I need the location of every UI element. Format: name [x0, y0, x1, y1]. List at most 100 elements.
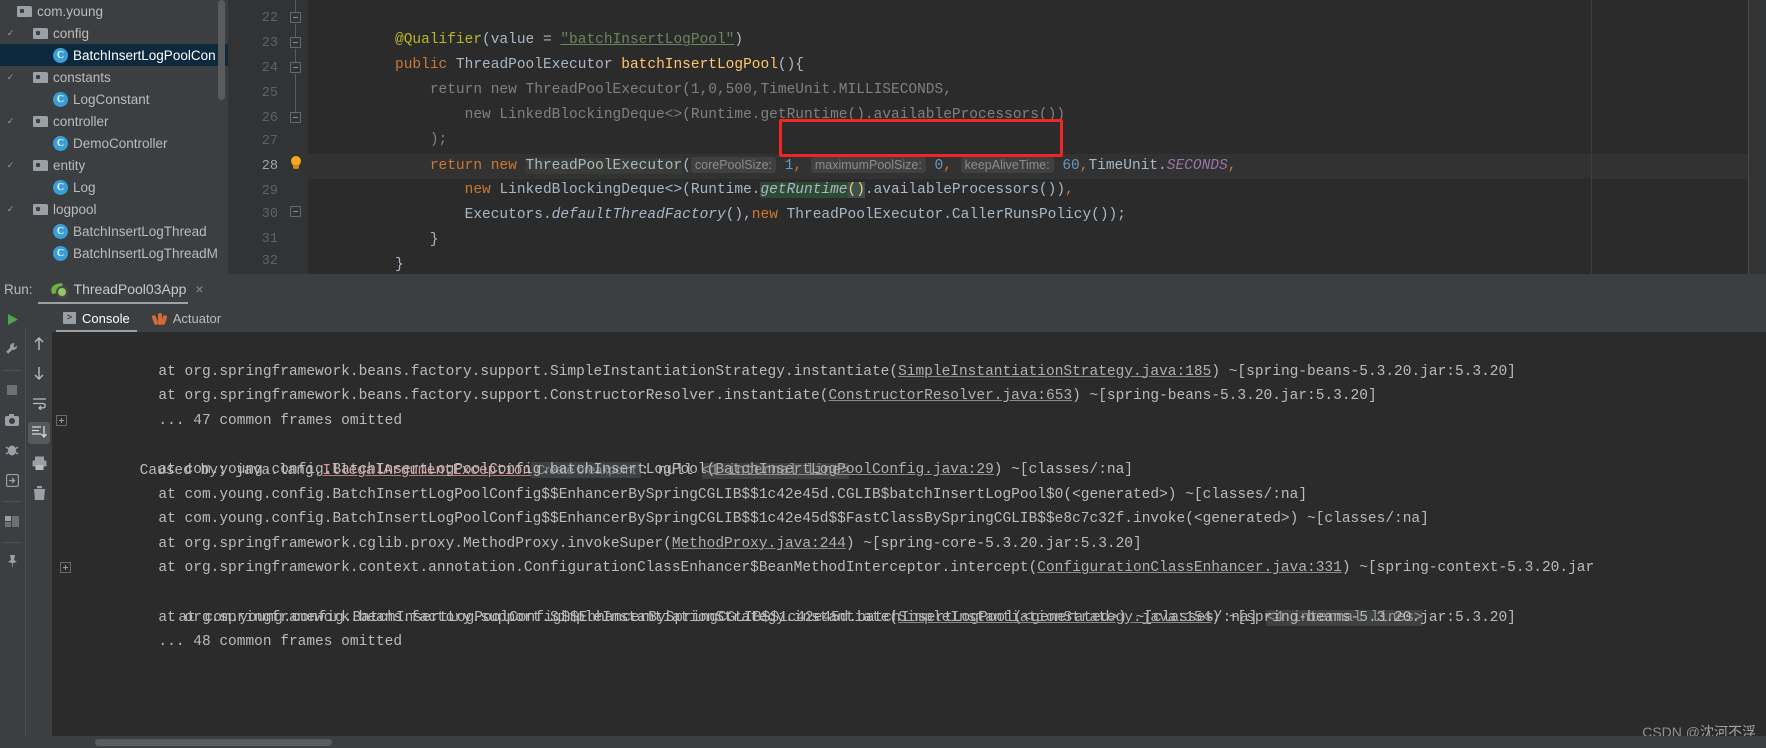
- pin-button[interactable]: [1, 551, 23, 573]
- tree-item-label: BatchInsertLogThread: [73, 223, 207, 239]
- tree-item-label: BatchInsertLogPoolCon: [73, 47, 216, 63]
- settings-button[interactable]: [1, 338, 23, 360]
- tree-item-democontroller[interactable]: C DemoController: [0, 132, 228, 154]
- editor-right-gutter[interactable]: [1748, 0, 1766, 274]
- run-left-toolbar[interactable]: [0, 304, 24, 748]
- tab-actuator[interactable]: Actuator: [141, 304, 232, 332]
- fold-marker-icon[interactable]: [290, 62, 301, 73]
- tree-item-label: entity: [53, 157, 86, 173]
- editor-gutter: 22 23 24 25 26 27 28 29 30 31 32: [228, 0, 286, 274]
- tree-item-label: com.young: [37, 3, 104, 19]
- chevron-down-icon[interactable]: ✓: [4, 72, 17, 82]
- stacktrace-link[interactable]: ConstructorResolver.java:653: [828, 388, 1072, 404]
- line-number: 26: [261, 111, 278, 126]
- console-toolbar[interactable]: [25, 328, 52, 748]
- run-tab-threadpool03app[interactable]: ThreadPool03App ×: [49, 275, 210, 303]
- tree-item-label: Log: [73, 179, 96, 195]
- fold-marker-icon[interactable]: [290, 206, 301, 217]
- spring-boot-icon: [51, 282, 68, 298]
- tree-item-batchinsertlogthreadmanager[interactable]: C BatchInsertLogThreadM: [0, 242, 228, 264]
- tree-item-batchinsertlogthread[interactable]: C BatchInsertLogThread: [0, 220, 228, 242]
- run-label: Run:: [4, 281, 33, 297]
- tree-item-label: DemoController: [73, 135, 168, 151]
- code-content[interactable]: @Qualifier(value = "batchInsertLogPool")…: [308, 0, 1766, 274]
- tree-item-label: LogConstant: [73, 91, 150, 107]
- fold-marker-icon[interactable]: [290, 12, 301, 23]
- down-button[interactable]: [28, 362, 50, 384]
- rerun-button[interactable]: [1, 308, 23, 330]
- java-class-icon: C: [53, 47, 68, 63]
- tree-item-logconstant[interactable]: C LogConstant: [0, 88, 228, 110]
- java-class-icon: C: [53, 179, 68, 195]
- code-line-23: public ThreadPoolExecutor batchInsertLog…: [395, 57, 805, 73]
- tree-item-constants[interactable]: ✓ constants: [0, 66, 228, 88]
- run-tool-window: Run: ThreadPool03App × > Console Actuato…: [0, 274, 1766, 748]
- code-line-31: }: [395, 257, 404, 273]
- folder-icon: [33, 27, 48, 39]
- console-output[interactable]: at org.springframework.beans.factory.sup…: [52, 332, 1766, 748]
- console-line: at org.springframework.beans.factory.sup…: [54, 335, 1515, 380]
- tree-item-log[interactable]: C Log: [0, 176, 228, 198]
- scroll-to-end-button[interactable]: [28, 422, 50, 444]
- tree-item-label: constants: [53, 69, 111, 85]
- console-text: ) ~[spring-beans-5.3.20.jar:5.3.20]: [1211, 609, 1516, 626]
- tree-item-controller[interactable]: ✓ controller: [0, 110, 228, 132]
- console-line: at org.springframework.beans.factory.sup…: [54, 581, 1515, 626]
- line-number: 32: [261, 254, 278, 269]
- editor-fold-column[interactable]: [286, 0, 308, 274]
- chevron-down-icon[interactable]: ✓: [4, 28, 17, 38]
- chevron-down-icon[interactable]: ✓: [4, 160, 17, 170]
- clear-all-button[interactable]: [28, 482, 50, 504]
- tree-item-com-young[interactable]: com.young: [0, 0, 228, 22]
- code-line-27: return new ThreadPoolExecutor(corePoolSi…: [395, 157, 1237, 174]
- code-line-30: }: [395, 232, 439, 248]
- project-tree-panel[interactable]: com.young ✓ config C BatchInsertLogPoolC…: [0, 0, 228, 274]
- tree-item-logpool[interactable]: ✓ logpool: [0, 198, 228, 220]
- tree-item-batchinsertlogpoolconfig[interactable]: C BatchInsertLogPoolCon: [0, 44, 228, 66]
- bottom-strip: [0, 736, 1766, 748]
- layout-button[interactable]: [1, 510, 23, 532]
- line-number: 29: [261, 184, 278, 199]
- run-tab-label: ThreadPool03App: [73, 281, 187, 297]
- camera-button[interactable]: [1, 409, 23, 431]
- intention-bulb-icon[interactable]: [288, 156, 304, 172]
- close-icon[interactable]: ×: [195, 281, 203, 297]
- console-tab-strip[interactable]: > Console Actuator: [52, 304, 1766, 332]
- fold-marker-icon[interactable]: [290, 37, 301, 48]
- project-tree-scrollbar[interactable]: [218, 0, 225, 100]
- console-line: at com.young.config.BatchInsertLogPoolCo…: [54, 458, 1307, 503]
- print-button[interactable]: [28, 452, 50, 474]
- code-line-28: new LinkedBlockingDeque<>(Runtime.getRun…: [395, 182, 1074, 198]
- chevron-down-icon[interactable]: ✓: [4, 204, 17, 214]
- tree-item-label: controller: [53, 113, 109, 129]
- folder-icon: [33, 159, 48, 171]
- top-section: com.young ✓ config C BatchInsertLogPoolC…: [0, 0, 1766, 274]
- console-line: ... 48 common frames omitted: [54, 606, 402, 650]
- tab-label: Console: [82, 310, 130, 326]
- stacktrace-link[interactable]: SimpleInstantiationStrategy.java:154: [898, 610, 1211, 626]
- console-line: at com.young.config.BatchInsertLogPoolCo…: [54, 433, 1133, 478]
- stop-button[interactable]: [1, 379, 23, 401]
- tab-console[interactable]: > Console: [52, 304, 141, 332]
- line-number: 24: [261, 61, 278, 76]
- line-number: 23: [261, 36, 278, 51]
- console-horizontal-scrollbar[interactable]: [95, 739, 332, 746]
- fold-marker-icon[interactable]: [290, 112, 301, 123]
- debug-button[interactable]: [1, 439, 23, 461]
- line-number: 30: [261, 207, 278, 222]
- code-editor[interactable]: 22 23 24 25 26 27 28 29 30 31 32 @Qualif…: [228, 0, 1766, 274]
- package-icon: [17, 5, 32, 17]
- tree-item-config[interactable]: ✓ config: [0, 22, 228, 44]
- console-line: at org.springframework.context.annotatio…: [54, 532, 1594, 576]
- line-number: 27: [261, 134, 278, 149]
- run-header: Run: ThreadPool03App ×: [0, 274, 1766, 304]
- expand-icon[interactable]: [56, 414, 67, 426]
- up-button[interactable]: [28, 332, 50, 354]
- expand-icon[interactable]: [60, 562, 71, 574]
- tree-item-entity[interactable]: ✓ entity: [0, 154, 228, 176]
- chevron-down-icon[interactable]: ✓: [4, 116, 17, 126]
- export-button[interactable]: [1, 469, 23, 491]
- console-line: at org.springframework.cglib.proxy.Metho…: [54, 507, 1141, 552]
- tree-item-label: BatchInsertLogThreadM: [73, 245, 218, 261]
- soft-wrap-button[interactable]: [28, 392, 50, 414]
